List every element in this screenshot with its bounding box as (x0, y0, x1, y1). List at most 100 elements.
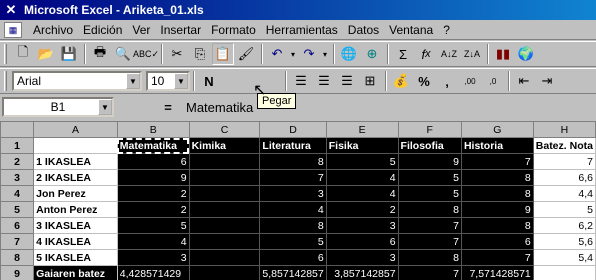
cell-f1[interactable]: Filosofia (397, 137, 462, 154)
table-cell[interactable]: 6 (460, 233, 534, 250)
row-header[interactable]: 5 (0, 201, 35, 218)
table-cell[interactable]: 2 IKASLEA (33, 169, 118, 186)
table-cell[interactable] (188, 233, 261, 250)
row-header[interactable]: 7 (0, 233, 35, 250)
decrease-indent-icon[interactable]: ⇤ (513, 70, 535, 92)
redo-dropdown-icon[interactable]: ▾ (321, 43, 329, 65)
table-cell[interactable]: 4 (259, 201, 327, 218)
select-all-corner[interactable] (0, 121, 35, 138)
table-cell[interactable]: 2 (325, 201, 399, 218)
table-cell[interactable]: 7,571428571 (460, 265, 534, 280)
column-header-b[interactable]: B (116, 121, 190, 138)
table-cell[interactable]: Jon Perez (33, 185, 118, 202)
table-cell[interactable]: 8 (397, 249, 462, 266)
font-size-select[interactable]: 10 ▼ (146, 71, 190, 91)
table-cell[interactable]: 7 (397, 265, 462, 280)
row-header[interactable]: 3 (0, 169, 35, 186)
table-cell[interactable]: 5 (116, 217, 190, 234)
decrease-decimal-icon[interactable]: ,0 (482, 70, 504, 92)
table-cell[interactable]: 9 (397, 153, 462, 170)
new-icon[interactable]: 🗋 (12, 43, 34, 65)
table-cell[interactable]: 2 (116, 201, 190, 218)
table-cell[interactable]: 6,6 (532, 169, 596, 186)
format-painter-icon[interactable]: 🖌 (235, 43, 257, 65)
table-cell[interactable]: 6 (259, 249, 327, 266)
column-header-g[interactable]: G (460, 121, 534, 138)
table-cell[interactable]: 6 (116, 153, 190, 170)
table-cell[interactable]: 8 (259, 153, 327, 170)
increase-indent-icon[interactable]: ⇥ (536, 70, 558, 92)
table-cell[interactable]: Anton Perez (33, 201, 118, 218)
sort-desc-icon[interactable]: Z↓A (461, 43, 483, 65)
chevron-down-icon[interactable]: ▼ (174, 73, 188, 89)
table-cell[interactable]: 3,857142857 (325, 265, 399, 280)
hyperlink-icon[interactable]: 🌐 (338, 43, 360, 65)
comma-icon[interactable]: ‚ (436, 70, 458, 92)
web-icon[interactable]: ⊕ (361, 43, 383, 65)
cell-c1[interactable]: Kimika (188, 137, 261, 154)
table-cell[interactable]: 8 (460, 217, 534, 234)
menu-insertar[interactable]: Insertar (155, 23, 206, 37)
spelling-icon[interactable]: ABC✓ (133, 43, 159, 65)
row-header[interactable]: 1 (0, 137, 35, 154)
table-cell[interactable]: 3 (325, 217, 399, 234)
toolbar-grip[interactable] (4, 71, 7, 91)
row-header[interactable]: 6 (0, 217, 35, 234)
table-cell[interactable]: 4,4 (532, 185, 596, 202)
increase-decimal-icon[interactable]: ,00 (459, 70, 481, 92)
menu-herramientas[interactable]: Herramientas (261, 23, 343, 37)
table-cell[interactable] (188, 249, 261, 266)
align-right-icon[interactable]: ☰ (336, 70, 358, 92)
cell-d1[interactable]: Literatura (259, 137, 327, 154)
table-cell[interactable]: 5 (259, 233, 327, 250)
align-left-icon[interactable]: ☰ (290, 70, 312, 92)
copy-icon[interactable]: ⎘ (189, 43, 211, 65)
table-cell[interactable]: 8 (259, 217, 327, 234)
table-cell[interactable]: 7 (460, 153, 534, 170)
cell-e1[interactable]: Fisika (325, 137, 399, 154)
table-cell[interactable]: 5,4 (532, 249, 596, 266)
table-cell[interactable] (188, 169, 261, 186)
table-cell[interactable]: 6 (325, 233, 399, 250)
table-cell[interactable]: 4,428571429 (116, 265, 190, 280)
chevron-down-icon[interactable]: ▼ (98, 99, 112, 115)
row-header[interactable]: 4 (0, 185, 35, 202)
equals-icon[interactable]: = (154, 100, 182, 115)
table-cell[interactable]: 8 (397, 201, 462, 218)
percent-icon[interactable]: % (413, 70, 435, 92)
font-name-select[interactable]: Arial ▼ (12, 71, 142, 91)
menu-ver[interactable]: Ver (127, 23, 155, 37)
table-cell[interactable]: 5 IKASLEA (33, 249, 118, 266)
table-cell[interactable]: 3 (325, 249, 399, 266)
cut-icon[interactable]: ✂ (166, 43, 188, 65)
table-cell[interactable]: 9 (460, 201, 534, 218)
table-cell[interactable] (188, 185, 261, 202)
column-header-c[interactable]: C (188, 121, 261, 138)
row-header[interactable]: 9 (0, 265, 35, 280)
cell-g1[interactable]: Historia (460, 137, 534, 154)
chart-wizard-icon[interactable]: ▮▮ (492, 43, 514, 65)
open-icon[interactable]: 📂 (35, 43, 57, 65)
print-icon[interactable]: 🖶 (89, 43, 111, 65)
table-cell[interactable]: 8 (460, 185, 534, 202)
menu-archivo[interactable]: Archivo (28, 23, 78, 37)
table-cell[interactable] (188, 265, 261, 280)
undo-icon[interactable]: ↶ (266, 43, 288, 65)
currency-icon[interactable]: 💰 (390, 70, 412, 92)
merge-center-icon[interactable]: ⊞ (359, 70, 381, 92)
column-header-a[interactable]: A (33, 121, 118, 138)
paste-icon[interactable]: 📋 (212, 43, 234, 65)
table-cell[interactable] (188, 201, 261, 218)
menu-datos[interactable]: Datos (343, 23, 384, 37)
table-cell[interactable]: 2 (116, 185, 190, 202)
redo-icon[interactable]: ↷ (298, 43, 320, 65)
sort-asc-icon[interactable]: A↓Z (438, 43, 460, 65)
function-icon[interactable]: fx (415, 43, 437, 65)
cell-a1[interactable] (33, 137, 118, 154)
table-cell[interactable]: 5 (397, 169, 462, 186)
table-cell[interactable]: 1 IKASLEA (33, 153, 118, 170)
column-header-h[interactable]: H (532, 121, 596, 138)
column-header-f[interactable]: F (397, 121, 462, 138)
table-cell[interactable]: 5 (397, 185, 462, 202)
table-cell[interactable]: 3 (116, 249, 190, 266)
